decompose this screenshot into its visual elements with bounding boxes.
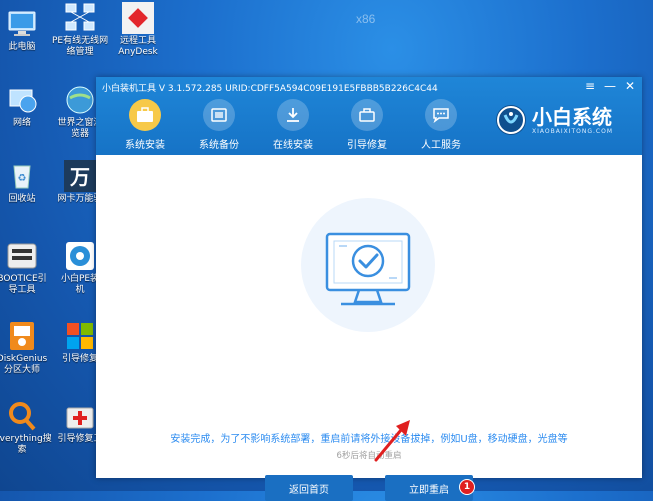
diskgenius-icon [6,320,38,352]
tab-label: 系统备份 [199,140,239,151]
red-arrow-icon [374,420,410,462]
monitor-check-icon [325,232,411,306]
network-manager-icon [64,2,96,34]
anydesk-icon [122,2,154,34]
desktop-icon-label: DiskGenius [0,354,48,364]
desktop-icon-label: 网络 [12,118,31,128]
desktop-icon-diskgenius[interactable]: DiskGenius 分区大师 [0,320,50,376]
tab-online-install[interactable]: 在线安装 [256,99,330,151]
desktop-icon-label: 此电脑 [8,42,36,52]
tab-human-service[interactable]: 人工服务 [404,99,478,151]
windows-flag-icon [64,320,96,352]
tab-label: 引导修复 [347,140,387,151]
title-bar[interactable]: 小白装机工具 V 3.1.572.285 URID:CDFF5A594C09E1… [96,77,642,155]
first-aid-kit-icon [64,400,96,432]
desktop-icon-recycle-bin[interactable]: ♻ 回收站 [0,160,50,205]
desktop-watermark: x86 [356,12,376,26]
close-icon[interactable]: ✕ [624,79,636,93]
tab-label: 系统安装 [125,140,165,151]
briefcase-icon [129,99,161,131]
download-icon [277,99,309,131]
xiaobai-pe-icon [64,240,96,272]
desktop-icon-label: Everything搜 [0,434,52,444]
brand-subtitle: XIAOBAIXITONG.COM [532,128,613,135]
desktop-icon-label: AnyDesk [118,47,158,57]
main-tabs: 系统安装 系统备份 在线安装 引导修复 人工服务 [108,99,478,151]
desktop-icon-label: 导工具 [8,285,36,295]
desktop-icon-this-pc[interactable]: 此电脑 [0,8,50,53]
network-globe-icon [6,84,38,116]
tab-system-backup[interactable]: 系统备份 [182,99,256,151]
driver-wan-icon: 万 [64,160,96,192]
desktop-icon-everything[interactable]: Everything搜 索 [0,400,52,456]
desktop-icon-anydesk[interactable]: 远程工具 AnyDesk [110,2,166,58]
svg-text:♻: ♻ [18,173,27,184]
window-controls: ≡ — ✕ [584,79,636,93]
computer-icon [6,8,38,40]
chat-icon [425,99,457,131]
brand-logo-icon [496,105,526,135]
desktop-icon-label: 索 [17,445,27,455]
step-badge: 1 [459,479,475,495]
desktop-icon-label: 分区大师 [3,365,40,375]
desktop-icon-label: 络管理 [66,47,94,57]
browser-globe-icon [64,84,96,116]
tab-label: 在线安装 [273,140,313,151]
bootice-icon [6,240,38,272]
desktop-icon-label: BOOTICE引 [0,274,47,284]
tab-label: 人工服务 [421,140,461,151]
desktop-icon-label: 远程工具 [119,36,156,46]
menu-icon[interactable]: ≡ [584,79,596,93]
install-complete-illustration [301,198,435,332]
tab-system-install[interactable]: 系统安装 [108,99,182,151]
svg-text:万: 万 [69,165,90,189]
return-home-button[interactable]: 返回首页 [265,475,353,501]
desktop-icon-bootice[interactable]: BOOTICE引 导工具 [0,240,50,296]
desktop-icon-label: 回收站 [8,194,36,204]
tab-boot-repair[interactable]: 引导修复 [330,99,404,151]
desktop-icon-pe-network[interactable]: PE有线无线网 络管理 [52,2,108,58]
desktop-icon-network[interactable]: 网络 [0,84,50,129]
backup-icon [203,99,235,131]
window-title: 小白装机工具 V 3.1.572.285 URID:CDFF5A594C09E1… [102,84,438,94]
desktop-icon-label: PE有线无线网 [52,36,109,46]
repair-icon [351,99,383,131]
recycle-bin-icon: ♻ [6,160,38,192]
minimize-icon[interactable]: — [604,79,616,93]
brand-name: 小白系统 [532,105,612,129]
search-icon [6,400,38,432]
